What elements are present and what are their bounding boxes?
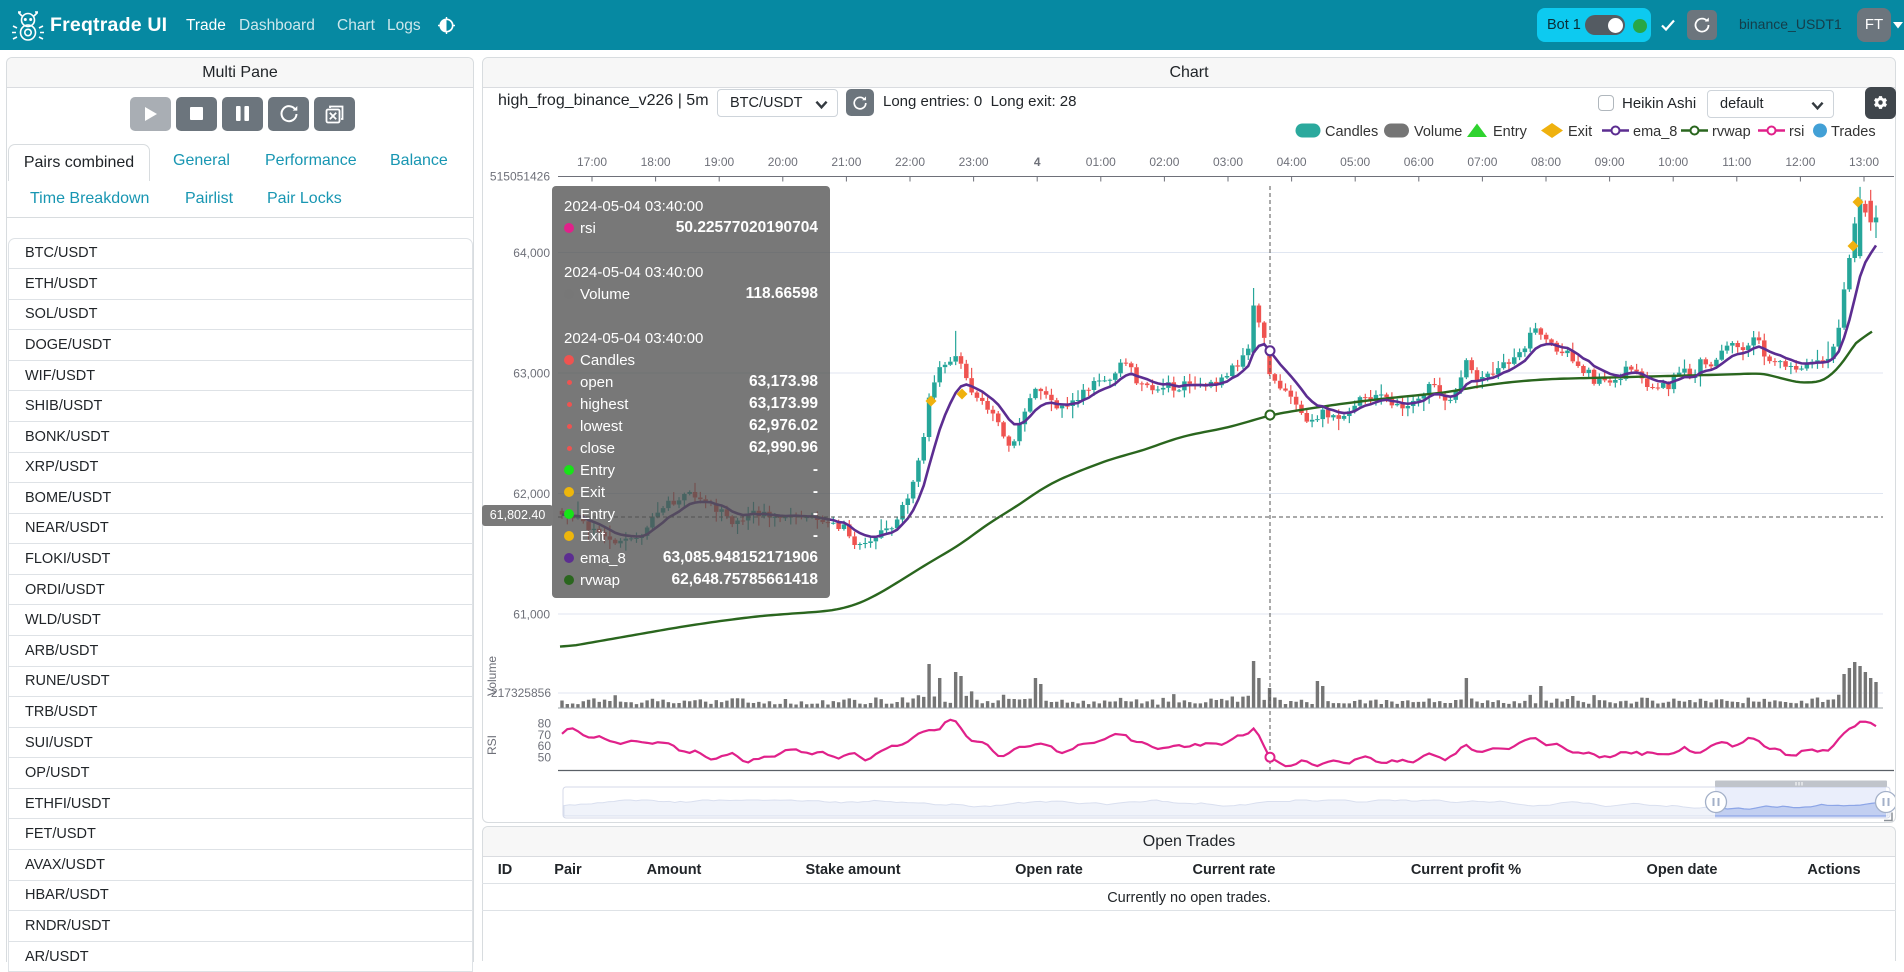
- svg-text:217325856: 217325856: [491, 686, 551, 700]
- svg-text:07:00: 07:00: [1467, 155, 1497, 169]
- svg-text:rsi: rsi: [1789, 124, 1804, 140]
- svg-text:08:00: 08:00: [1531, 155, 1561, 169]
- svg-text:Volume: Volume: [485, 656, 499, 696]
- svg-text:rvwap: rvwap: [1712, 124, 1751, 140]
- svg-text:50: 50: [538, 751, 552, 765]
- svg-text:515051426: 515051426: [490, 170, 550, 184]
- svg-text:18:00: 18:00: [641, 155, 671, 169]
- svg-text:06:00: 06:00: [1404, 155, 1434, 169]
- svg-text:05:00: 05:00: [1340, 155, 1370, 169]
- svg-text:22:00: 22:00: [895, 155, 925, 169]
- svg-text:01:00: 01:00: [1086, 155, 1116, 169]
- svg-text:23:00: 23:00: [959, 155, 989, 169]
- svg-text:RSI: RSI: [485, 735, 499, 755]
- svg-text:19:00: 19:00: [704, 155, 734, 169]
- svg-text:Volume: Volume: [1414, 124, 1462, 140]
- svg-text:20:00: 20:00: [768, 155, 798, 169]
- svg-text:Trades: Trades: [1831, 124, 1876, 140]
- svg-text:11:00: 11:00: [1722, 155, 1751, 169]
- svg-text:10:00: 10:00: [1658, 155, 1688, 169]
- svg-text:61,000: 61,000: [513, 608, 550, 622]
- svg-text:02:00: 02:00: [1149, 155, 1179, 169]
- svg-text:62,000: 62,000: [513, 487, 550, 501]
- svg-text:Candles: Candles: [1325, 124, 1378, 140]
- svg-text:ema_8: ema_8: [1633, 124, 1677, 140]
- svg-text:04:00: 04:00: [1277, 155, 1307, 169]
- svg-text:03:00: 03:00: [1213, 155, 1243, 169]
- svg-text:09:00: 09:00: [1595, 155, 1625, 169]
- svg-text:4: 4: [1034, 155, 1041, 169]
- svg-text:12:00: 12:00: [1785, 155, 1815, 169]
- svg-text:Exit: Exit: [1568, 124, 1592, 140]
- svg-text:17:00: 17:00: [577, 155, 607, 169]
- svg-text:Entry: Entry: [1493, 124, 1528, 140]
- svg-text:64,000: 64,000: [513, 246, 550, 260]
- svg-text:13:00: 13:00: [1849, 155, 1879, 169]
- svg-text:63,000: 63,000: [513, 367, 550, 381]
- svg-text:21:00: 21:00: [831, 155, 861, 169]
